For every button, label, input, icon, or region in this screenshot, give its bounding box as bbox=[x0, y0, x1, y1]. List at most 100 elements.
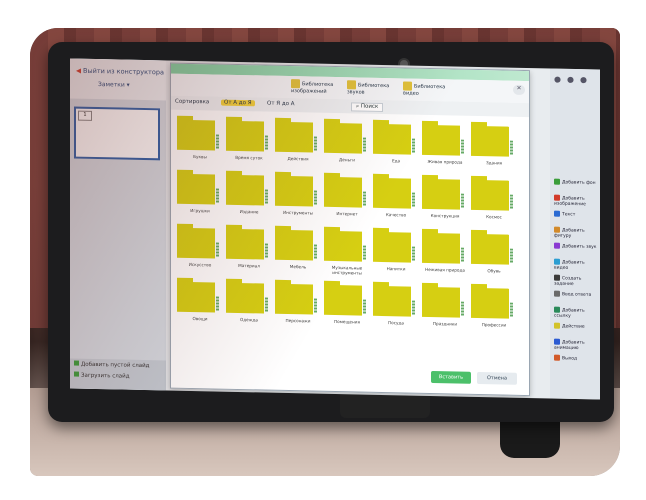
tool-icon bbox=[554, 322, 560, 329]
folder-count-bars bbox=[363, 245, 366, 260]
folder-count-bars bbox=[216, 296, 219, 311]
folder-item[interactable]: Профессии bbox=[469, 282, 519, 335]
folder-count-bars bbox=[510, 194, 513, 209]
folder-item[interactable]: Искусство bbox=[175, 222, 225, 275]
photo-frame: ◀ Выйти из конструктора Заметки ▾ 1 Добав… bbox=[0, 0, 646, 500]
back-arrow-icon: ◀ bbox=[76, 66, 81, 75]
tool-item[interactable]: Текст bbox=[554, 210, 600, 218]
cancel-button[interactable]: Отмена bbox=[477, 371, 517, 385]
folder-label: Профессии bbox=[481, 322, 507, 328]
tool-icon bbox=[554, 354, 560, 361]
tool-item[interactable]: Создать задание bbox=[554, 274, 600, 287]
folder-item[interactable]: Интернет bbox=[322, 171, 372, 224]
folder-label: Материал bbox=[238, 262, 260, 269]
tool-item[interactable]: Добавить видео bbox=[554, 258, 600, 271]
folder-count-bars bbox=[314, 136, 317, 151]
load-slide-button[interactable]: Загрузить слайд bbox=[70, 369, 166, 382]
exit-constructor-link[interactable]: ◀ Выйти из конструктора bbox=[76, 67, 164, 77]
folder-count-bars bbox=[461, 193, 464, 208]
folder-count-bars bbox=[412, 192, 415, 207]
sort-label: Сортировка bbox=[175, 98, 210, 106]
insert-button[interactable]: Вставить bbox=[431, 371, 471, 384]
folder-count-bars bbox=[265, 135, 268, 150]
tool-item[interactable]: Добавить изображение bbox=[554, 194, 600, 207]
tab-sounds[interactable]: Библиотека звуков bbox=[347, 80, 391, 96]
folder-count-bars bbox=[265, 189, 268, 204]
tool-icon bbox=[554, 178, 560, 185]
folder-label: Космос bbox=[486, 214, 502, 220]
folder-icon bbox=[373, 123, 411, 155]
tab-video[interactable]: Библиотека видео bbox=[403, 81, 447, 97]
tool-item[interactable]: Добавить анимацию bbox=[554, 338, 600, 351]
folder-count-bars bbox=[314, 244, 317, 259]
folder-item[interactable]: Качество bbox=[371, 172, 421, 225]
folder-item[interactable]: Овощи bbox=[175, 276, 225, 329]
folder-item[interactable]: Здания bbox=[469, 120, 519, 173]
tool-item[interactable]: Добавить фигуру bbox=[554, 226, 600, 239]
folder-icon bbox=[373, 177, 411, 209]
folder-item[interactable]: Деньги bbox=[322, 117, 372, 170]
folder-item[interactable]: Буквы bbox=[175, 114, 225, 167]
sound-icon bbox=[347, 80, 356, 90]
folder-count-bars bbox=[412, 138, 415, 153]
media-library-dialog: Библиотека изображений Библиотека звуков… bbox=[170, 62, 530, 397]
folder-item[interactable]: Персонажи bbox=[273, 278, 323, 331]
folder-item[interactable]: Издание bbox=[224, 169, 274, 222]
folder-label: Действия bbox=[287, 156, 309, 162]
folder-item[interactable]: Время суток bbox=[224, 115, 274, 168]
tool-item[interactable]: Действие bbox=[554, 322, 600, 330]
window-controls[interactable]: ●●● bbox=[554, 75, 593, 85]
folder-item[interactable]: Праздники bbox=[420, 281, 470, 334]
folder-item[interactable]: Игрушки bbox=[175, 168, 225, 221]
folder-count-bars bbox=[412, 300, 415, 315]
folder-item[interactable]: Обувь bbox=[469, 228, 519, 281]
folder-icon bbox=[275, 121, 313, 153]
folder-item[interactable]: Инструменты bbox=[273, 170, 323, 223]
folder-label: Помещения bbox=[334, 318, 360, 325]
folder-icon bbox=[275, 283, 313, 315]
search-input[interactable]: ⌕ Поиск bbox=[351, 102, 384, 113]
sort-za-button[interactable]: От Я до А bbox=[267, 101, 295, 108]
folder-item[interactable]: Неживая природа bbox=[420, 227, 470, 280]
folder-item[interactable]: Космос bbox=[469, 174, 519, 227]
folder-icon bbox=[422, 286, 460, 318]
folder-label: Овощи bbox=[192, 316, 208, 322]
folder-item[interactable]: Одежда bbox=[224, 277, 274, 330]
folder-label: Посуда bbox=[388, 320, 404, 326]
sort-az-button[interactable]: От А до Я bbox=[221, 99, 255, 107]
folder-label: Здания bbox=[485, 160, 503, 166]
folder-icon bbox=[177, 281, 215, 313]
tool-item[interactable]: Добавить фон bbox=[554, 178, 600, 186]
tool-item[interactable]: Ввод ответа bbox=[554, 290, 600, 298]
tool-item[interactable]: Добавить ссылку bbox=[554, 306, 600, 319]
folder-count-bars bbox=[510, 248, 513, 263]
folder-item[interactable]: Помещения bbox=[322, 279, 372, 332]
folder-item[interactable]: Еда bbox=[371, 118, 421, 171]
folder-count-bars bbox=[461, 247, 464, 262]
folder-item[interactable]: Конструкция bbox=[420, 173, 470, 226]
folder-grid: Буквы Время суток Действия Деньги Еда Живая п… bbox=[175, 114, 525, 393]
close-button[interactable]: ✕ bbox=[513, 84, 525, 95]
folder-label: Обувь bbox=[487, 268, 501, 274]
folder-item[interactable]: Музыкальные инструменты bbox=[322, 225, 372, 278]
folder-item[interactable]: Живая природа bbox=[420, 119, 470, 172]
folder-item[interactable]: Мебель bbox=[273, 224, 323, 277]
folder-item[interactable]: Напитки bbox=[371, 226, 421, 279]
folder-count-bars bbox=[363, 137, 366, 152]
tool-icon bbox=[554, 210, 560, 217]
folder-count-bars bbox=[510, 140, 513, 155]
folder-label: Неживая природа bbox=[425, 266, 465, 273]
tool-item[interactable]: Выход bbox=[554, 354, 600, 362]
folder-count-bars bbox=[461, 139, 464, 154]
folder-count-bars bbox=[265, 297, 268, 312]
dialog-footer: Вставить Отмена bbox=[431, 369, 527, 389]
folder-icon bbox=[226, 282, 264, 314]
folder-item[interactable]: Действия bbox=[273, 116, 323, 169]
tool-item[interactable]: Добавить звук bbox=[554, 242, 600, 250]
folder-item[interactable]: Материал bbox=[224, 223, 274, 276]
folder-icon bbox=[471, 179, 509, 211]
folder-item[interactable]: Посуда bbox=[371, 280, 421, 333]
tab-images[interactable]: Библиотека изображений bbox=[291, 79, 335, 95]
notes-link[interactable]: Заметки ▾ bbox=[98, 81, 130, 89]
folder-label: Еда bbox=[391, 158, 401, 164]
